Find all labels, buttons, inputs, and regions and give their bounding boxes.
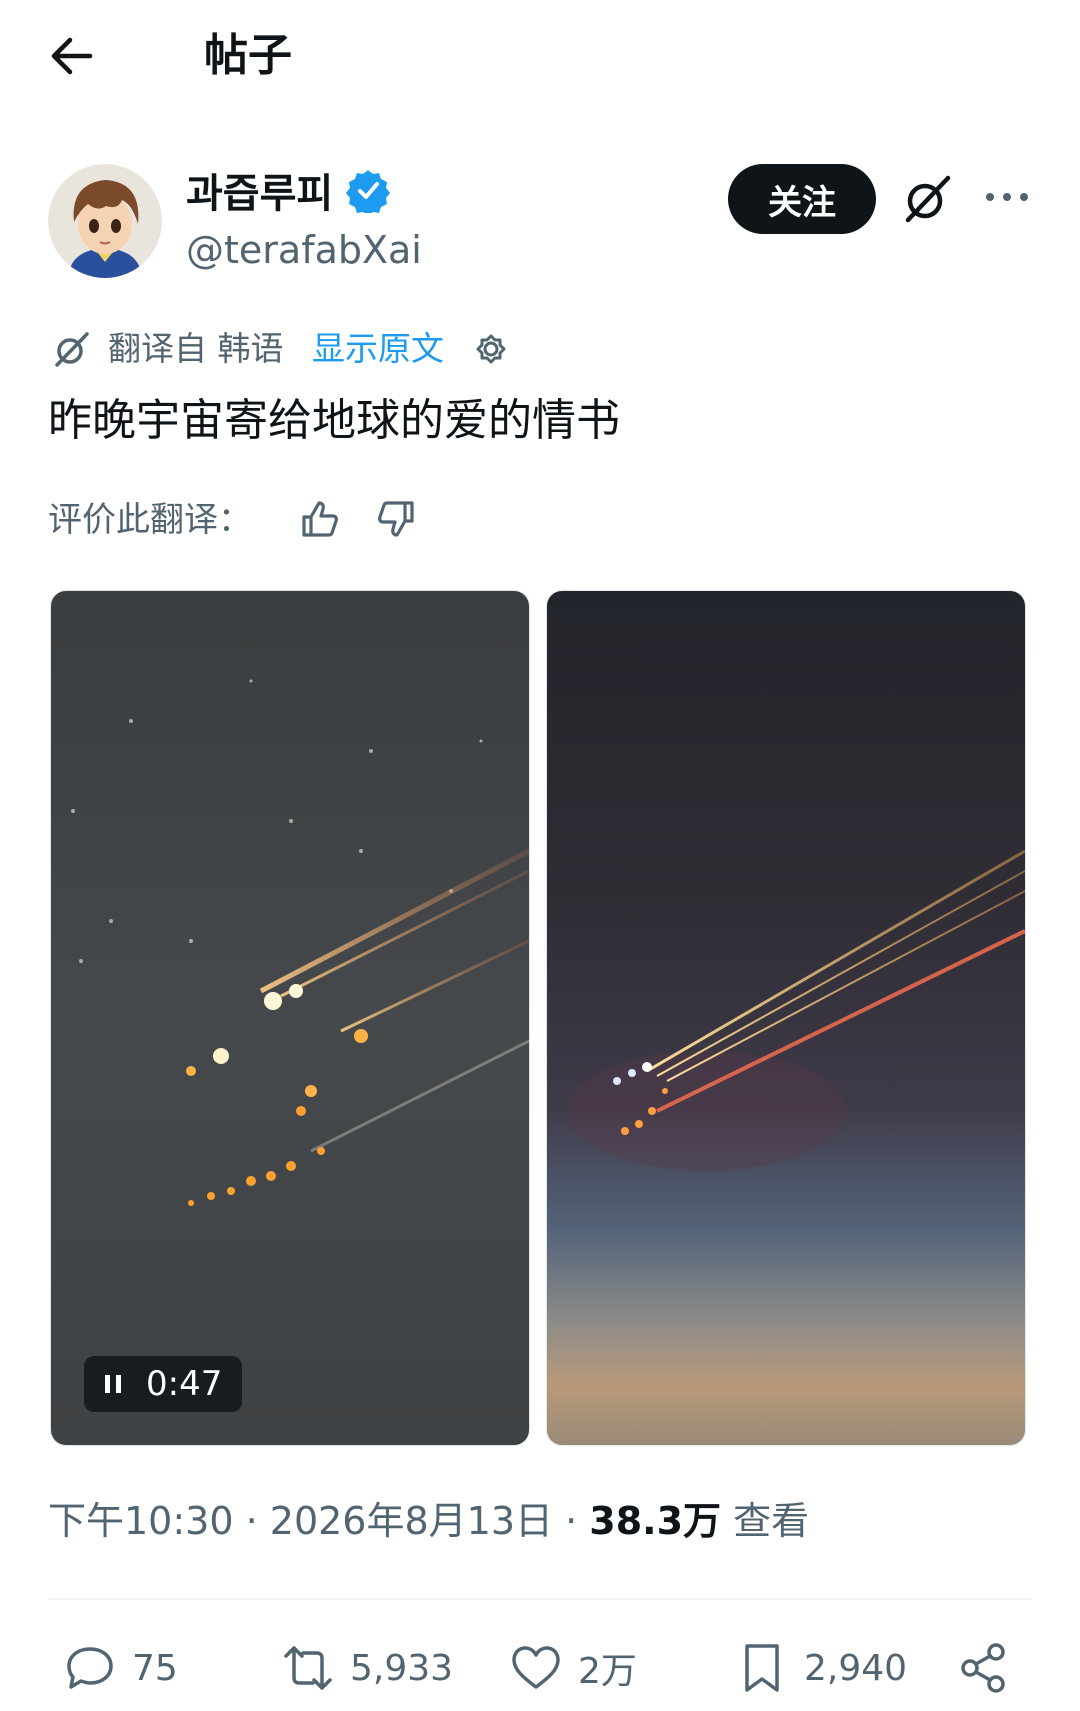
bookmark-count: 2,940 xyxy=(804,1647,908,1689)
more-options-icon[interactable] xyxy=(982,180,1032,214)
repost-count: 5,933 xyxy=(350,1647,454,1689)
grok-icon[interactable] xyxy=(898,170,956,228)
author-name[interactable]: 과즙루피 xyxy=(186,161,333,219)
heart-icon xyxy=(512,1646,560,1689)
thumbs-up-icon[interactable] xyxy=(298,497,342,541)
like-button[interactable]: 2万 xyxy=(508,1640,637,1696)
avatar[interactable] xyxy=(48,164,162,278)
gear-icon[interactable] xyxy=(470,328,512,370)
author-handle[interactable]: @terafabXai xyxy=(186,226,422,274)
post-date: 2026年8月13日 xyxy=(269,1499,554,1543)
grok-translate-icon xyxy=(50,328,92,370)
divider xyxy=(48,1598,1032,1600)
show-original-link[interactable]: 显示原文 xyxy=(312,326,444,372)
video-status-badge[interactable]: 0:47 xyxy=(84,1356,242,1412)
bookmark-button[interactable]: 2,940 xyxy=(734,1640,907,1696)
back-arrow-icon[interactable] xyxy=(46,30,98,82)
repost-button[interactable]: 5,933 xyxy=(280,1640,453,1696)
views-count[interactable]: 38.3万 xyxy=(589,1499,721,1543)
post-meta: 下午10:30 · 2026年8月13日 · 38.3万 查看 xyxy=(48,1494,809,1548)
pause-icon[interactable] xyxy=(102,1373,124,1395)
post-text: 昨晚宇宙寄给地球的爱的情书 xyxy=(48,395,620,446)
post-time: 下午10:30 xyxy=(48,1499,234,1543)
author-name-row: 과즙루피 xyxy=(186,162,391,218)
follow-button[interactable]: 关注 xyxy=(728,164,876,234)
translated-from-label: 翻译自 韩语 xyxy=(108,329,284,368)
video-time: 0:47 xyxy=(146,1364,223,1404)
rate-translation-label: 评价此翻译： xyxy=(48,500,252,540)
repost-icon xyxy=(284,1646,332,1690)
image-media[interactable] xyxy=(546,590,1026,1446)
reply-count: 75 xyxy=(132,1647,178,1689)
thumbs-down-icon[interactable] xyxy=(374,497,418,541)
bookmark-icon xyxy=(745,1644,779,1692)
like-count: 2万 xyxy=(578,1651,637,1692)
verified-badge-icon xyxy=(345,167,391,213)
page-title: 帖子 xyxy=(204,30,292,81)
video-media[interactable] xyxy=(50,590,530,1446)
views-label: 查看 xyxy=(721,1499,810,1543)
share-icon[interactable] xyxy=(956,1640,1012,1696)
reply-icon xyxy=(67,1647,113,1689)
reply-button[interactable]: 75 xyxy=(62,1640,178,1696)
meta-separator: · xyxy=(233,1499,270,1543)
meta-separator: · xyxy=(553,1499,590,1543)
